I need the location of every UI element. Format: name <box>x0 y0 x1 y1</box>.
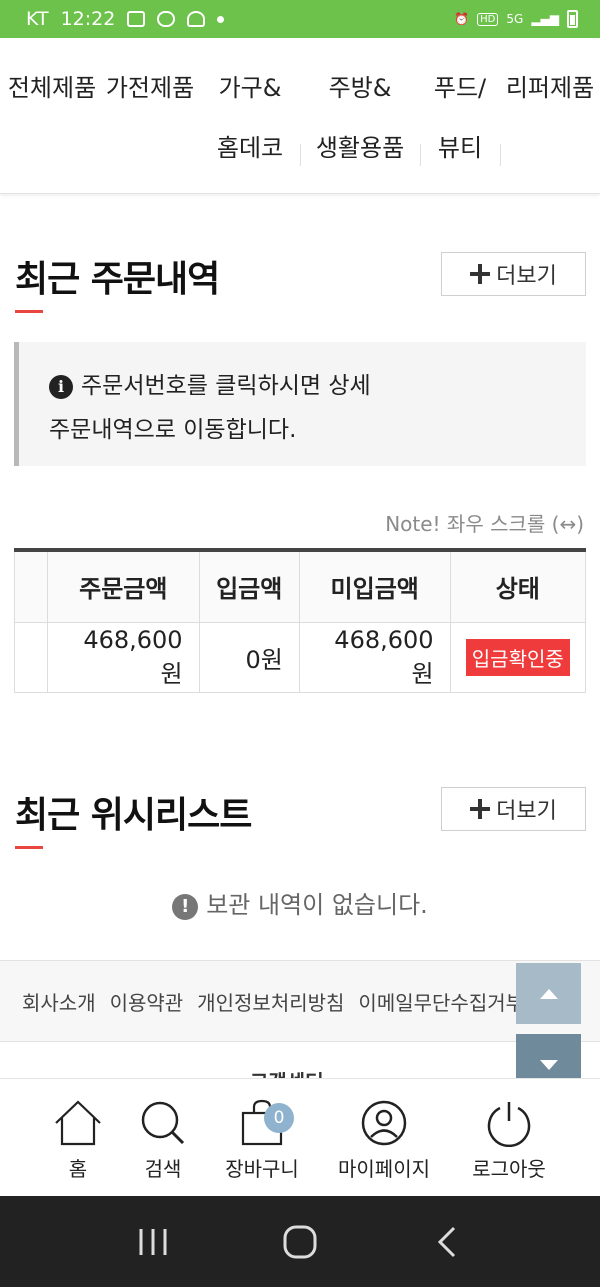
scroll-note: Note! 좌우 스크롤 (↔) <box>385 512 584 536</box>
search-icon <box>141 1101 185 1145</box>
header-paid-amount: 입금액 <box>198 549 300 623</box>
wishlist-empty-message: ! 보관 내역이 없습니다. <box>0 885 600 920</box>
category-furniture[interactable]: 가구& 홈데코 <box>200 58 300 178</box>
user-icon <box>361 1100 407 1146</box>
signal-icon: ▂▄▆ <box>531 12 559 26</box>
more-button-label: 더보기 <box>496 799 557 824</box>
message-icon <box>157 11 176 27</box>
home-button[interactable] <box>270 1212 330 1272</box>
header-order-amount: 주문금액 <box>47 549 200 623</box>
category-label: 가구& <box>218 74 282 102</box>
category-label-line2: 홈데코 <box>216 134 284 162</box>
category-all[interactable]: 전체제품 <box>4 58 100 118</box>
tab-mypage[interactable]: 마이페이지 <box>334 1079 434 1197</box>
category-divider <box>420 144 421 166</box>
category-label: 가전제품 <box>105 74 195 102</box>
category-kitchen[interactable]: 주방& 생활용품 <box>300 58 420 178</box>
footer-link-privacy[interactable]: 개인정보처리방침 <box>197 987 344 1016</box>
cell-order-amount: 468,600원 <box>47 621 200 693</box>
wishlist-more-button[interactable]: 더보기 <box>441 787 586 831</box>
table-row[interactable]: 468,600원 0원 468,600원 입금확인중 <box>14 621 587 693</box>
status-bar: KT 12:22 ⏰ HD 5G ▂▄▆ <box>0 0 600 38</box>
power-icon <box>487 1102 531 1147</box>
plus-icon <box>470 799 491 819</box>
orders-info-box: i 주문서번호를 클릭하시면 상세 주문내역으로 이동합니다. <box>14 342 586 466</box>
more-notifications-dot <box>217 15 225 23</box>
notification-icon <box>187 11 206 27</box>
header-status: 상태 <box>449 549 587 623</box>
tab-home[interactable]: 홈 <box>48 1079 108 1197</box>
gallery-icon <box>127 11 146 27</box>
tab-search[interactable]: 검색 <box>131 1079 195 1197</box>
category-label-line2: 생활용품 <box>315 134 405 162</box>
footer-links: 회사소개 이용약관 개인정보처리방침 이메일무단수집거부 <box>0 960 600 1042</box>
carrier-label: KT <box>26 8 49 30</box>
header-unpaid-amount: 미입금액 <box>298 549 451 623</box>
tab-label: 마이페이지 <box>338 1157 430 1181</box>
more-button-label: 더보기 <box>496 264 557 289</box>
category-label: 리퍼제품 <box>505 74 595 102</box>
network-label: 5G <box>506 12 524 26</box>
tab-logout[interactable]: 로그아웃 <box>464 1079 554 1197</box>
category-divider <box>500 144 501 166</box>
table-header-row: 주문금액 입금액 미입금액 상태 <box>14 549 587 623</box>
bottom-tab-bar: 홈 검색 0 장바구니 마이페이지 로그아웃 <box>0 1078 600 1196</box>
arrow-up-icon <box>539 988 558 999</box>
cell-paid-amount: 0원 <box>198 621 300 693</box>
category-label: 푸드/ <box>433 74 487 102</box>
orders-table: 주문금액 입금액 미입금액 상태 468,600원 0원 468,600원 입금… <box>14 548 587 693</box>
cell-unpaid-amount: 468,600원 <box>298 621 451 693</box>
orders-more-button[interactable]: 더보기 <box>441 252 586 296</box>
status-badge: 입금확인중 <box>465 638 570 676</box>
tab-cart[interactable]: 0 장바구니 <box>222 1079 302 1197</box>
recent-apps-button[interactable] <box>123 1212 183 1272</box>
clock: 12:22 <box>60 8 116 30</box>
table-cell-partial <box>14 621 48 693</box>
back-button[interactable] <box>417 1212 477 1272</box>
category-food-beauty[interactable]: 푸드/ 뷰티 <box>420 58 500 178</box>
battery-icon <box>567 10 578 28</box>
tab-label: 로그아웃 <box>472 1157 546 1181</box>
wishlist-title-underline <box>15 846 43 849</box>
tab-label: 홈 <box>68 1157 88 1181</box>
orders-section-title: 최근 주문내역 <box>15 259 220 300</box>
home-circle-icon <box>283 1225 317 1258</box>
category-nav: 전체제품 가전제품 가구& 홈데코 주방& 생활용품 푸드/ 뷰티 리퍼제품 <box>0 38 600 194</box>
info-text-1: 주문서번호를 클릭하시면 상세 <box>81 373 371 399</box>
cell-status: 입금확인중 <box>449 621 587 693</box>
arrow-down-icon <box>539 1059 558 1070</box>
category-label: 전체제품 <box>7 74 97 102</box>
info-icon: i <box>49 375 73 399</box>
empty-text: 보관 내역이 없습니다. <box>206 891 428 919</box>
table-header-cell-partial <box>14 549 48 623</box>
category-label: 주방& <box>328 74 392 102</box>
category-label-line2: 뷰티 <box>437 134 483 162</box>
tab-label: 검색 <box>144 1157 182 1181</box>
footer-link-about[interactable]: 회사소개 <box>22 987 96 1016</box>
back-icon <box>437 1226 455 1257</box>
exclamation-icon: ! <box>172 894 199 920</box>
hd-icon: HD <box>477 12 499 26</box>
category-appliances[interactable]: 가전제품 <box>100 58 200 118</box>
scroll-to-top-button[interactable] <box>516 963 581 1024</box>
footer-link-email-policy[interactable]: 이메일무단수집거부 <box>358 987 524 1016</box>
wishlist-section-title: 최근 위시리스트 <box>15 795 252 836</box>
category-divider <box>300 144 301 166</box>
orders-title-underline <box>15 310 43 313</box>
plus-icon <box>470 264 491 284</box>
cart-count-badge: 0 <box>264 1103 294 1133</box>
home-icon <box>55 1100 101 1146</box>
system-nav-bar <box>0 1196 600 1287</box>
category-refurbished[interactable]: 리퍼제품 <box>500 58 600 118</box>
recent-apps-icon <box>139 1228 167 1255</box>
alarm-icon: ⏰ <box>454 12 470 26</box>
tab-label: 장바구니 <box>225 1157 299 1181</box>
footer-link-terms[interactable]: 이용약관 <box>110 987 184 1016</box>
info-text-2: 주문내역으로 이동합니다. <box>49 417 297 443</box>
info-line-1: i 주문서번호를 클릭하시면 상세 <box>49 364 556 408</box>
